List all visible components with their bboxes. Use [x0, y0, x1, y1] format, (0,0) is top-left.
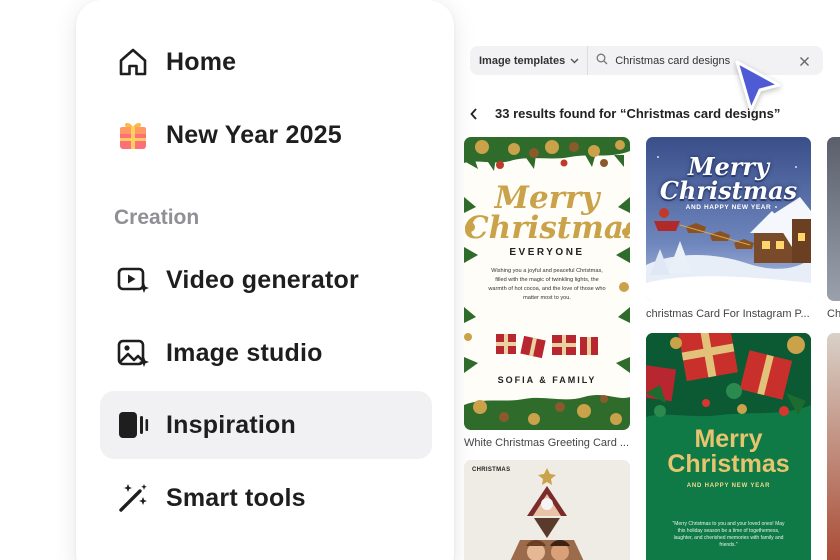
- mouse-pointer-icon: [733, 58, 785, 123]
- card-title-line1: Merry: [494, 180, 600, 216]
- template-card-white-christmas[interactable]: Merry Christmas EVERYONE Wishing you a j…: [464, 137, 630, 430]
- menu-item-label: New Year 2025: [166, 120, 342, 149]
- template-caption: Ch: [827, 308, 840, 320]
- inspiration-icon: [116, 408, 150, 442]
- card-subtitle: AND HAPPY NEW YEAR: [686, 483, 771, 489]
- section-heading-creation: Creation: [114, 206, 200, 229]
- menu-item-video-generator[interactable]: Video generator: [100, 246, 432, 314]
- search-icon: [596, 53, 608, 68]
- template-type-dropdown[interactable]: Image templates: [470, 46, 589, 75]
- menu-item-label: Inspiration: [166, 410, 296, 439]
- template-card-partial[interactable]: [827, 137, 840, 301]
- card-subtitle: AND HAPPY NEW YEAR: [685, 204, 772, 211]
- dropdown-label: Image templates: [479, 54, 566, 67]
- menu-item-new-year-2025[interactable]: New Year 2025: [100, 101, 432, 169]
- video-sparkle-icon: [116, 263, 150, 297]
- navigation-menu: Home New Year 2025 Creation Video genera…: [76, 0, 454, 560]
- image-sparkle-icon: [116, 336, 150, 370]
- card-title-line1: Merry: [694, 425, 763, 453]
- gift-icon: [116, 118, 150, 152]
- menu-item-label: Home: [166, 47, 237, 76]
- card-title-line2: Christmas: [667, 450, 790, 478]
- menu-item-smart-tools[interactable]: Smart tools: [100, 464, 432, 532]
- search-query: Christmas card designs: [615, 54, 731, 67]
- card-title-line2: Christmas: [659, 176, 798, 205]
- card-artwork: [510, 468, 584, 560]
- menu-item-image-studio[interactable]: Image studio: [100, 319, 432, 387]
- menu-item-inspiration[interactable]: Inspiration: [100, 391, 432, 459]
- template-card-photo-tree[interactable]: CHRISTMAS: [464, 460, 630, 560]
- card-message: "Merry Christmas to you and your loved o…: [672, 521, 785, 548]
- template-caption: White Christmas Greeting Card ...: [464, 437, 630, 449]
- search-input[interactable]: Christmas card designs: [588, 46, 823, 75]
- home-icon: [116, 45, 150, 79]
- template-card-green-christmas[interactable]: Merry Christmas AND HAPPY NEW YEAR "Merr…: [646, 333, 811, 560]
- screen: Home New Year 2025 Creation Video genera…: [0, 0, 840, 560]
- template-card-partial-2[interactable]: [827, 333, 840, 560]
- menu-item-label: Smart tools: [166, 483, 306, 512]
- menu-item-home[interactable]: Home: [100, 28, 432, 96]
- card-title-line2: Christmas: [464, 210, 630, 246]
- template-card-instagram-christmas[interactable]: Merry Christmas AND HAPPY NEW YEAR: [646, 137, 811, 301]
- back-arrow-icon[interactable]: [470, 106, 482, 122]
- card-subtitle: EVERYONE: [509, 247, 585, 258]
- card-message: Wishing you a joyful and peaceful Christ…: [488, 268, 606, 301]
- menu-item-label: Image studio: [166, 338, 323, 367]
- magic-wand-icon: [116, 481, 150, 515]
- template-caption: christmas Card For Instagram P...: [646, 308, 810, 320]
- close-icon[interactable]: [799, 54, 810, 72]
- card-signature: SOFIA & FAMILY: [497, 375, 597, 385]
- chevron-down-icon: [570, 55, 579, 67]
- menu-item-label: Video generator: [166, 265, 359, 294]
